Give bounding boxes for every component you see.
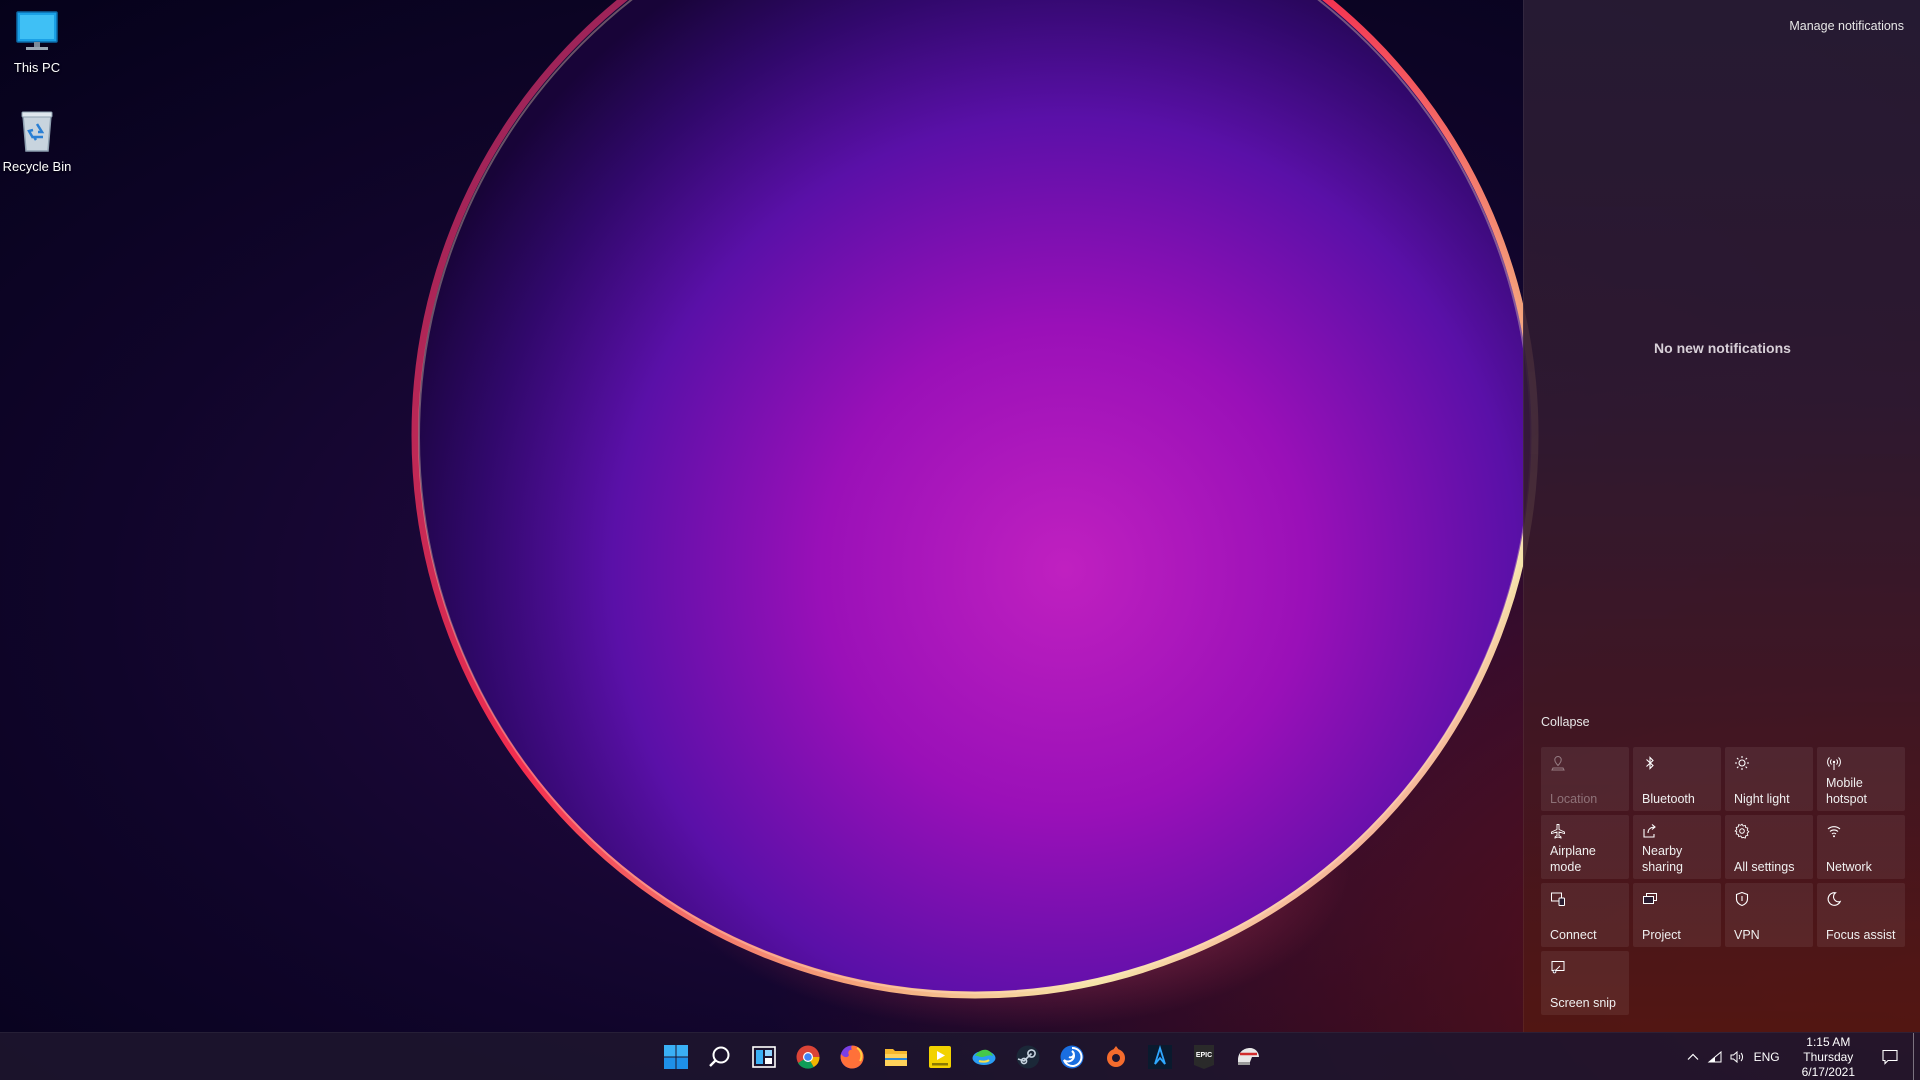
- network-icon: [1827, 826, 1841, 838]
- uplay-icon: [1060, 1045, 1084, 1069]
- network-tray-button[interactable]: [1704, 1033, 1726, 1080]
- desktop-icon-this-pc[interactable]: This PC: [0, 8, 77, 75]
- quick-action-bluetooth[interactable]: Bluetooth: [1633, 747, 1721, 811]
- origin-icon: [1107, 1046, 1125, 1067]
- taskbar: EPIC ENG 1:15 AM Thursday 6/17/2021: [0, 1032, 1920, 1080]
- gear-icon: [1734, 823, 1750, 839]
- action-center-panel: Manage notifications No new notification…: [1523, 0, 1920, 1032]
- desktop-icon-label: This PC: [13, 60, 61, 75]
- show-hidden-icons-button[interactable]: [1682, 1033, 1704, 1080]
- widgets-icon: [752, 1046, 776, 1068]
- player-icon: [929, 1046, 951, 1068]
- volume-tray-button[interactable]: [1726, 1033, 1748, 1080]
- quick-action-night-light[interactable]: Night light: [1725, 747, 1813, 811]
- quick-action-connect[interactable]: Connect: [1541, 883, 1629, 947]
- clock-date: 6/17/2021: [1801, 1064, 1855, 1079]
- location-icon: [1551, 755, 1565, 771]
- input-language-indicator[interactable]: ENG: [1748, 1050, 1790, 1064]
- quick-action-nearby-sharing[interactable]: Nearby sharing: [1633, 815, 1721, 879]
- epic-logo-text: EPIC: [1196, 1052, 1212, 1059]
- monitor-icon: [13, 8, 61, 56]
- quick-action-label: Project: [1642, 928, 1681, 942]
- desktop-icon-label: Recycle Bin: [2, 159, 72, 174]
- clock-time: 1:15 AM: [1806, 1034, 1851, 1049]
- taskbar-app-player[interactable]: [918, 1033, 962, 1080]
- earth-icon: [972, 1049, 996, 1065]
- notification-icon: [1882, 1049, 1898, 1065]
- recycle-bin-icon: [13, 107, 61, 155]
- desktop-screen: This PC Recycle Bin Manage notifications…: [0, 0, 1920, 1080]
- helmet-app-icon: [1238, 1048, 1259, 1065]
- chrome-icon: [796, 1045, 820, 1069]
- screen-snip-icon: [1551, 961, 1565, 974]
- quick-action-label: Screen snip: [1550, 996, 1617, 1010]
- taskbar-app-uplay[interactable]: [1050, 1033, 1094, 1080]
- quick-action-location[interactable]: Location: [1541, 747, 1629, 811]
- epic-games-icon: EPIC: [1194, 1045, 1214, 1069]
- action-center-button[interactable]: [1867, 1033, 1913, 1080]
- quick-actions-grid: Location Bluetooth Night light Mobile ho…: [1541, 747, 1905, 1015]
- speaker-icon: [1730, 1050, 1743, 1064]
- moon-icon: [1827, 892, 1842, 906]
- quick-action-label: Nearby sharing: [1642, 844, 1683, 874]
- quick-action-label: Connect: [1550, 928, 1597, 942]
- system-tray: ENG 1:15 AM Thursday 6/17/2021: [1682, 1033, 1920, 1080]
- bluetooth-icon: [1646, 756, 1654, 770]
- manage-notifications-link[interactable]: Manage notifications: [1789, 19, 1904, 33]
- quick-action-network[interactable]: Network: [1817, 815, 1905, 879]
- taskbar-app-origin[interactable]: [1094, 1033, 1138, 1080]
- taskbar-app-helmet[interactable]: [1226, 1033, 1270, 1080]
- quick-action-mobile-hotspot[interactable]: Mobile hotspot: [1817, 747, 1905, 811]
- connect-icon: [1551, 892, 1565, 906]
- show-desktop-button[interactable]: [1913, 1033, 1920, 1080]
- taskbar-app-epic-games[interactable]: EPIC: [1182, 1033, 1226, 1080]
- quick-action-label: Bluetooth: [1642, 792, 1695, 806]
- collapse-link[interactable]: Collapse: [1541, 715, 1590, 729]
- chevron-up-icon: [1687, 1053, 1699, 1060]
- taskbar-app-earth[interactable]: [962, 1033, 1006, 1080]
- taskbar-app-game-launcher[interactable]: [1138, 1033, 1182, 1080]
- project-icon: [1643, 893, 1657, 904]
- quick-action-label: Night light: [1734, 792, 1790, 806]
- start-button[interactable]: [654, 1033, 698, 1080]
- quick-action-label: VPN: [1734, 928, 1760, 942]
- airplane-icon: [1551, 824, 1565, 839]
- quick-action-vpn[interactable]: VPN: [1725, 883, 1813, 947]
- quick-action-all-settings[interactable]: All settings: [1725, 815, 1813, 879]
- windows-start-icon: [664, 1045, 688, 1069]
- steam-icon: [1016, 1045, 1040, 1069]
- quick-action-focus-assist[interactable]: Focus assist: [1817, 883, 1905, 947]
- quick-action-project[interactable]: Project: [1633, 883, 1721, 947]
- widgets-button[interactable]: [742, 1033, 786, 1080]
- quick-action-screen-snip[interactable]: Screen snip: [1541, 951, 1629, 1015]
- no-notifications-text: No new notifications: [1654, 340, 1791, 356]
- quick-action-label: Airplane mode: [1550, 844, 1596, 874]
- wifi-icon: [1707, 1050, 1722, 1063]
- clock-day: Thursday: [1803, 1049, 1854, 1064]
- share-icon: [1643, 824, 1656, 838]
- file-explorer-icon: [885, 1049, 907, 1066]
- search-button[interactable]: [698, 1033, 742, 1080]
- desktop-icon-recycle-bin[interactable]: Recycle Bin: [0, 107, 77, 174]
- quick-action-airplane-mode[interactable]: Airplane mode: [1541, 815, 1629, 879]
- quick-action-label: Network: [1826, 860, 1872, 874]
- taskbar-app-chrome[interactable]: [786, 1033, 830, 1080]
- quick-action-label: All settings: [1734, 860, 1795, 874]
- search-icon: [709, 1046, 730, 1067]
- game-launcher-icon: [1148, 1044, 1172, 1069]
- firefox-icon: [840, 1045, 864, 1069]
- quick-action-label: Focus assist: [1826, 928, 1896, 942]
- brightness-icon: [1735, 756, 1749, 770]
- taskbar-app-steam[interactable]: [1006, 1033, 1050, 1080]
- taskbar-apps: EPIC: [654, 1033, 1270, 1080]
- taskbar-app-firefox[interactable]: [830, 1033, 874, 1080]
- taskbar-app-file-explorer[interactable]: [874, 1033, 918, 1080]
- quick-action-label: Location: [1550, 792, 1598, 806]
- shield-icon: [1735, 891, 1749, 907]
- hotspot-icon: [1827, 757, 1841, 770]
- clock[interactable]: 1:15 AM Thursday 6/17/2021: [1790, 1035, 1867, 1080]
- quick-action-label: Mobile hotspot: [1826, 776, 1868, 806]
